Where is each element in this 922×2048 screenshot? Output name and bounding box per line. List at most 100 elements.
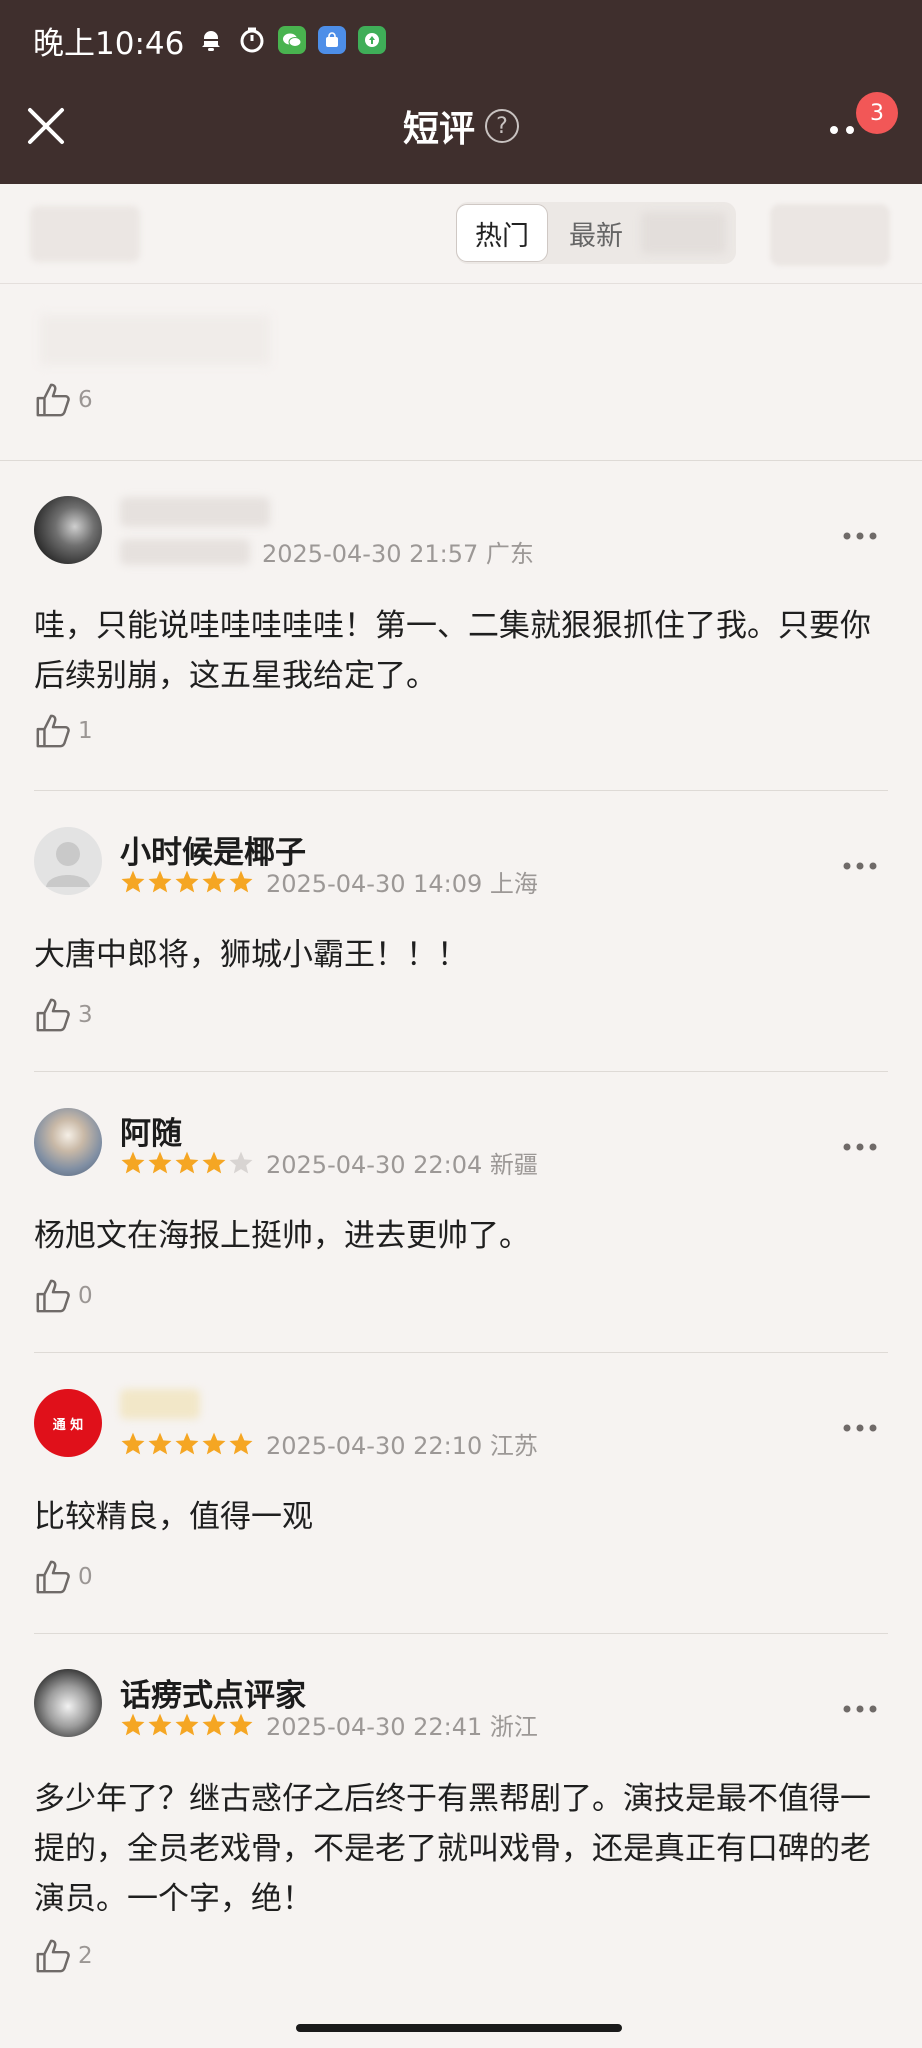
review-more-button[interactable] — [842, 1138, 878, 1151]
star-icon — [175, 1432, 199, 1454]
review-meta: 2025-04-30 22:10 江苏 — [120, 1426, 538, 1461]
review-more-button[interactable] — [842, 1700, 878, 1713]
review-content: 杨旭文在海报上挺帅，进去更帅了。 — [34, 1218, 530, 1254]
review-content: 大唐中郎将，狮城小霸王！！！ — [34, 937, 468, 973]
upload-app-icon — [358, 26, 387, 54]
top-header: 晚上10:46 短评 ? 3 — [0, 0, 922, 184]
blurred-username — [120, 497, 270, 527]
like-button[interactable]: 2 — [34, 1937, 93, 1975]
partial-review-item: 6 — [0, 285, 922, 461]
shopping-bag-app-icon — [318, 26, 347, 54]
star-icon — [148, 1713, 172, 1735]
review-time: 2025-04-30 21:57 广东 — [262, 540, 534, 568]
status-bar: 晚上10:46 — [33, 20, 387, 62]
like-button[interactable]: 6 — [34, 381, 93, 419]
like-button[interactable]: 1 — [34, 712, 93, 750]
avatar[interactable] — [34, 1108, 102, 1176]
blurred-username — [120, 1389, 200, 1419]
review-meta: 2025-04-30 22:41 浙江 — [120, 1707, 538, 1742]
tab-hot[interactable]: 热门 — [456, 204, 548, 262]
review-time: 2025-04-30 14:09 上海 — [266, 870, 538, 898]
star-icon — [148, 1432, 172, 1454]
notification-badge: 3 — [856, 92, 898, 134]
star-icon — [175, 1151, 199, 1173]
more-dots-icon — [843, 1143, 877, 1151]
like-count: 1 — [78, 718, 93, 744]
star-icon — [175, 1713, 199, 1735]
like-count: 0 — [78, 1564, 93, 1590]
more-dots-icon — [843, 862, 877, 870]
tab-bar: 热门 最新 — [0, 184, 922, 284]
status-time: 晚上10:46 — [33, 25, 185, 62]
rating-stars — [120, 1712, 254, 1738]
like-count: 6 — [78, 387, 93, 413]
star-icon — [121, 870, 145, 892]
star-icon — [148, 1151, 172, 1173]
like-button[interactable]: 0 — [34, 1277, 93, 1315]
review-time: 2025-04-30 22:04 新疆 — [266, 1151, 538, 1179]
blurred-action-button[interactable] — [770, 204, 890, 266]
star-icon — [202, 870, 226, 892]
rating-stars — [120, 1150, 254, 1176]
rating-stars — [120, 1431, 254, 1457]
wechat-app-icon — [278, 26, 307, 54]
title-group: 短评 ? — [0, 100, 922, 152]
review-meta: 2025-04-30 14:09 上海 — [120, 864, 538, 899]
review-item: 话痨式点评家 2025-04-30 22:41 浙江 多少年了？继古惑仔之后终于… — [34, 1634, 888, 2004]
review-item: 阿随 2025-04-30 22:04 新疆 杨旭文在海报上挺帅，进去更帅了。 … — [34, 1072, 888, 1353]
more-dots-icon — [843, 1705, 877, 1713]
more-dots-icon — [830, 126, 854, 134]
review-item: 通 知 2025-04-30 22:10 江苏 比较精良，值得一观 0 — [34, 1353, 888, 1634]
blurred-filter-label — [30, 206, 140, 262]
sort-segment-control: 热门 最新 — [456, 202, 736, 264]
blurred-tab[interactable] — [641, 212, 726, 254]
review-content: 比较精良，值得一观 — [34, 1499, 313, 1535]
review-more-button[interactable] — [842, 527, 878, 540]
star-icon — [229, 1713, 253, 1735]
review-item: 小时候是椰子 2025-04-30 14:09 上海 大唐中郎将，狮城小霸王！！… — [34, 791, 888, 1072]
star-icon — [229, 1432, 253, 1454]
review-time: 2025-04-30 22:41 浙江 — [266, 1713, 538, 1741]
star-icon — [229, 870, 253, 892]
thumbs-up-icon — [36, 383, 70, 417]
avatar[interactable]: 通 知 — [34, 1389, 102, 1457]
star-icon — [202, 1432, 226, 1454]
review-content: 哇，只能说哇哇哇哇哇！第一、二集就狠狠抓住了我。只要你后续别崩，这五星我给定了。 — [34, 608, 871, 694]
like-count: 3 — [78, 1002, 93, 1028]
blurred-rating — [120, 538, 250, 565]
review-more-button[interactable] — [842, 857, 878, 870]
rating-stars — [120, 869, 254, 895]
review-time: 2025-04-30 22:10 江苏 — [266, 1432, 538, 1460]
alarm-clock-icon — [238, 26, 266, 54]
avatar[interactable] — [34, 496, 102, 564]
thumbs-up-icon — [36, 1560, 70, 1594]
tab-new[interactable]: 最新 — [556, 204, 636, 262]
star-icon — [121, 1432, 145, 1454]
help-icon[interactable]: ? — [485, 109, 519, 143]
reviewer-name[interactable] — [120, 497, 270, 527]
like-count: 2 — [78, 1943, 93, 1969]
thumbs-up-icon — [36, 1279, 70, 1313]
thumbs-up-icon — [36, 714, 70, 748]
star-icon — [202, 1713, 226, 1735]
avatar[interactable] — [34, 1669, 102, 1737]
thumbs-up-icon — [36, 998, 70, 1032]
more-dots-icon — [843, 1424, 877, 1432]
review-content: 多少年了？继古惑仔之后终于有黑帮剧了。演技是最不值得一提的，全员老戏骨，不是老了… — [34, 1781, 871, 1917]
avatar[interactable] — [34, 827, 102, 895]
title-bar: 短评 ? 3 — [0, 92, 922, 168]
more-options-button[interactable] — [826, 118, 862, 142]
like-button[interactable]: 3 — [34, 996, 93, 1034]
more-dots-icon — [843, 532, 877, 540]
star-icon — [202, 1151, 226, 1173]
star-icon — [121, 1713, 145, 1735]
home-indicator[interactable] — [296, 2024, 622, 2032]
star-icon — [229, 1151, 253, 1173]
reviewer-name[interactable] — [120, 1389, 200, 1419]
review-meta: 2025-04-30 22:04 新疆 — [120, 1145, 538, 1180]
notification-bell-icon — [196, 25, 226, 55]
star-icon — [175, 870, 199, 892]
review-item: 2025-04-30 21:57 广东 哇，只能说哇哇哇哇哇！第一、二集就狠狠抓… — [34, 461, 888, 791]
like-button[interactable]: 0 — [34, 1558, 93, 1596]
review-more-button[interactable] — [842, 1419, 878, 1432]
